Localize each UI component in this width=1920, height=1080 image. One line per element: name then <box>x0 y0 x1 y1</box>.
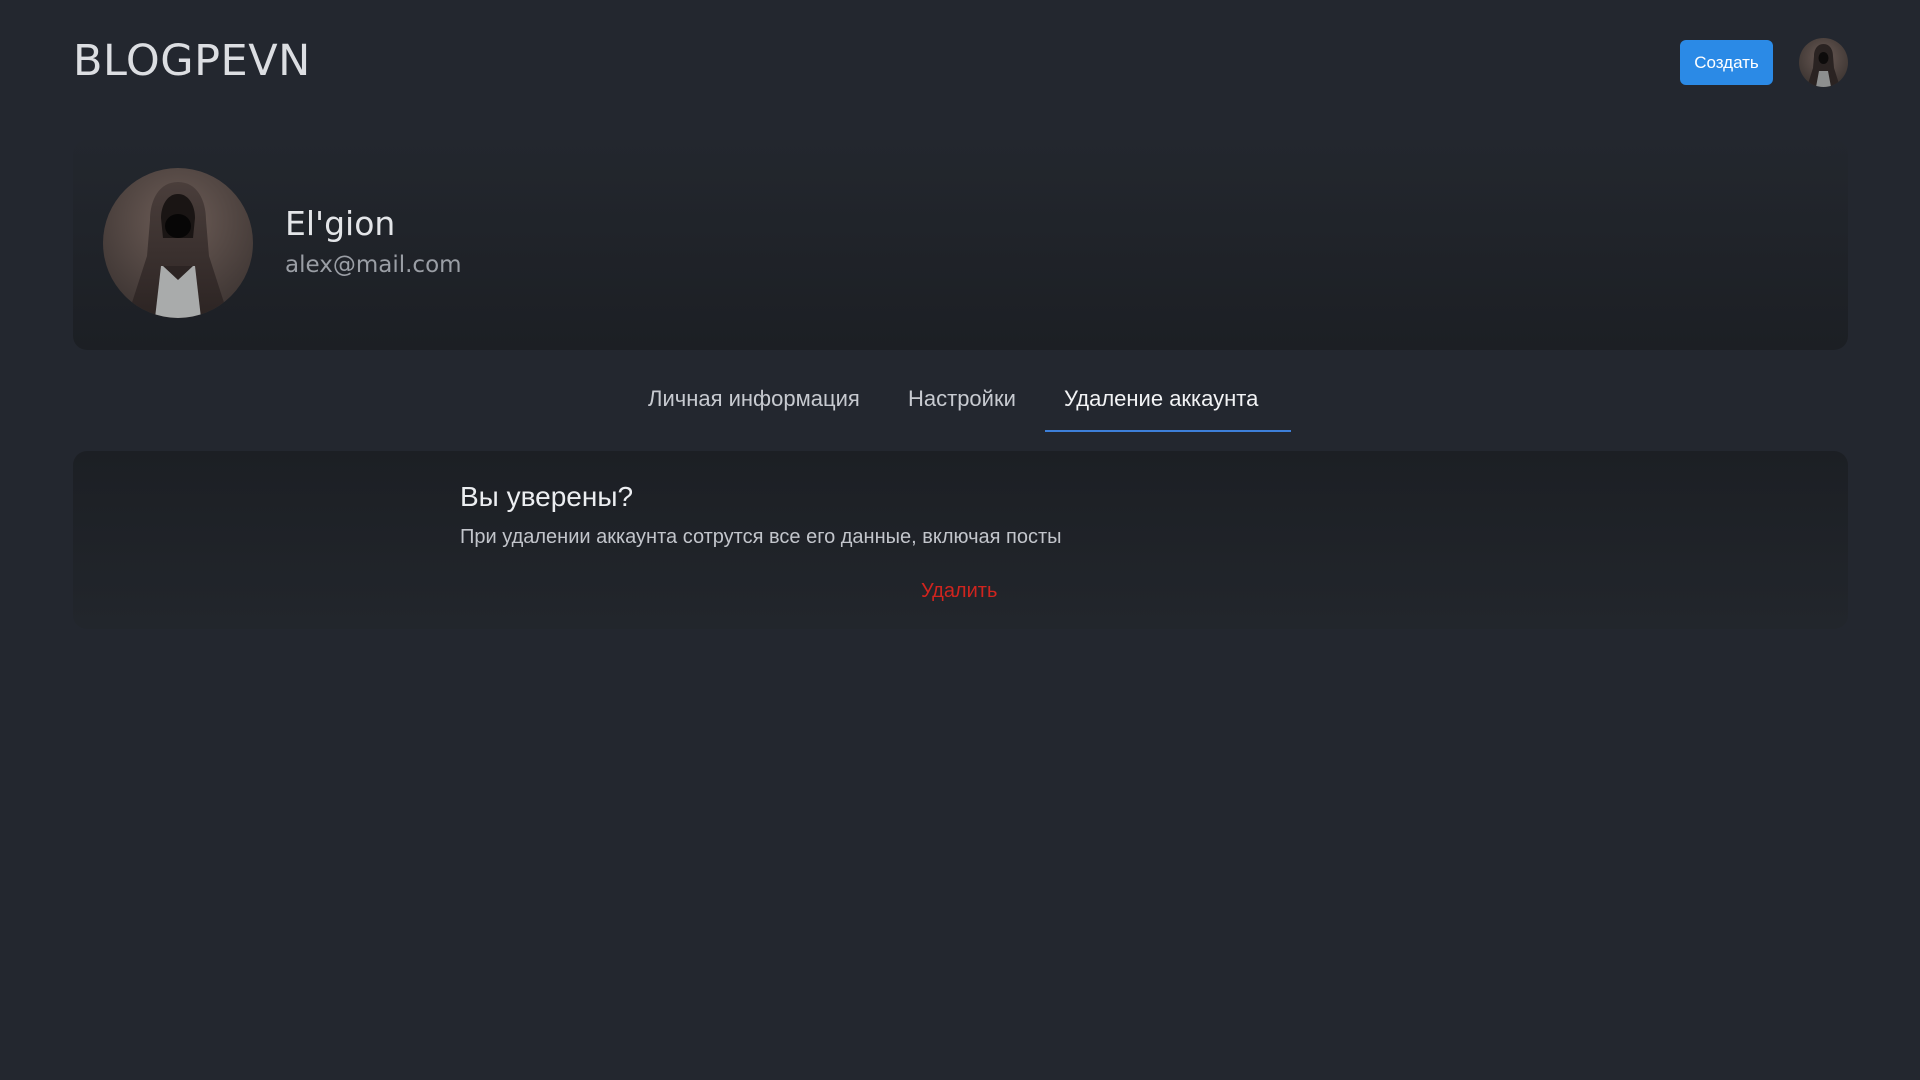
create-button[interactable]: Создать <box>1680 40 1773 85</box>
profile-email: alex@mail.com <box>285 252 462 278</box>
tab-personal-info[interactable]: Личная информация <box>648 386 860 412</box>
profile-name: El'gion <box>285 204 396 243</box>
user-avatar-icon <box>1799 38 1848 87</box>
tab-settings[interactable]: Настройки <box>908 386 1016 412</box>
site-logo[interactable]: BLOGPEVN <box>73 36 311 86</box>
profile-avatar <box>103 168 253 318</box>
delete-confirm-title: Вы уверены? <box>460 481 634 512</box>
active-tab-indicator <box>1045 430 1291 432</box>
delete-account-button[interactable]: Удалить <box>921 580 997 603</box>
delete-account-card: Вы уверены? При удалении аккаунта сотрут… <box>73 451 1848 629</box>
tab-delete-account[interactable]: Удаление аккаунта <box>1064 386 1258 412</box>
user-avatar-icon <box>103 168 253 318</box>
profile-card: El'gion alex@mail.com <box>73 140 1848 350</box>
header-avatar[interactable] <box>1799 38 1848 87</box>
profile-tabs: Личная информация Настройки Удаление акк… <box>0 372 1920 432</box>
delete-confirm-description: При удалении аккаунта сотрутся все его д… <box>460 526 1062 548</box>
top-header: BLOGPEVN Создать <box>0 0 1920 124</box>
